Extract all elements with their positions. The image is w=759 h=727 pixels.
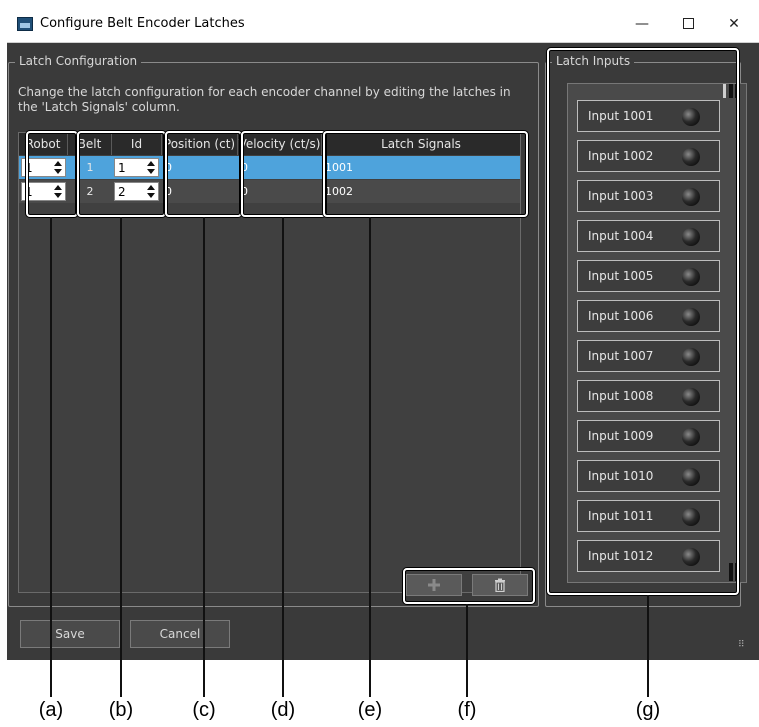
callout-box-b [77, 131, 166, 217]
title-bar[interactable]: Configure Belt Encoder Latches — ✕ [7, 5, 759, 43]
resize-grip-icon[interactable]: ⠿ [738, 640, 745, 650]
callout-line-f [466, 604, 468, 697]
close-button[interactable]: ✕ [711, 5, 757, 42]
callout-box-g [547, 48, 739, 595]
callout-box-e [323, 131, 528, 217]
callout-box-f [403, 568, 535, 604]
app-icon [17, 17, 33, 31]
callout-line-d [282, 217, 284, 697]
cancel-button[interactable]: Cancel [130, 620, 230, 648]
minimize-button[interactable]: — [619, 5, 665, 42]
callout-box-c [165, 131, 242, 217]
latch-configuration-legend: Latch Configuration [15, 54, 142, 68]
page: Configure Belt Encoder Latches — ✕ Latch… [0, 0, 759, 727]
callout-label-c: (c) [192, 699, 216, 721]
callout-line-e [369, 217, 371, 697]
callout-label-g: (g) [635, 699, 661, 721]
window-title: Configure Belt Encoder Latches [40, 16, 245, 31]
callout-line-a [50, 217, 52, 697]
callout-label-d: (d) [270, 699, 296, 721]
callout-line-c [203, 217, 205, 697]
maximize-icon [682, 18, 694, 29]
callout-box-a [26, 131, 78, 217]
callout-label-a: (a) [38, 699, 64, 721]
callout-box-d [241, 131, 326, 217]
callout-label-b: (b) [108, 699, 134, 721]
maximize-button[interactable] [665, 5, 711, 42]
callout-label-e: (e) [357, 699, 383, 721]
save-button[interactable]: Save [20, 620, 120, 648]
description-text: Change the latch configuration for each … [18, 85, 511, 114]
callout-label-f: (f) [457, 699, 477, 721]
callout-line-b [120, 217, 122, 697]
callout-line-g [647, 595, 649, 697]
